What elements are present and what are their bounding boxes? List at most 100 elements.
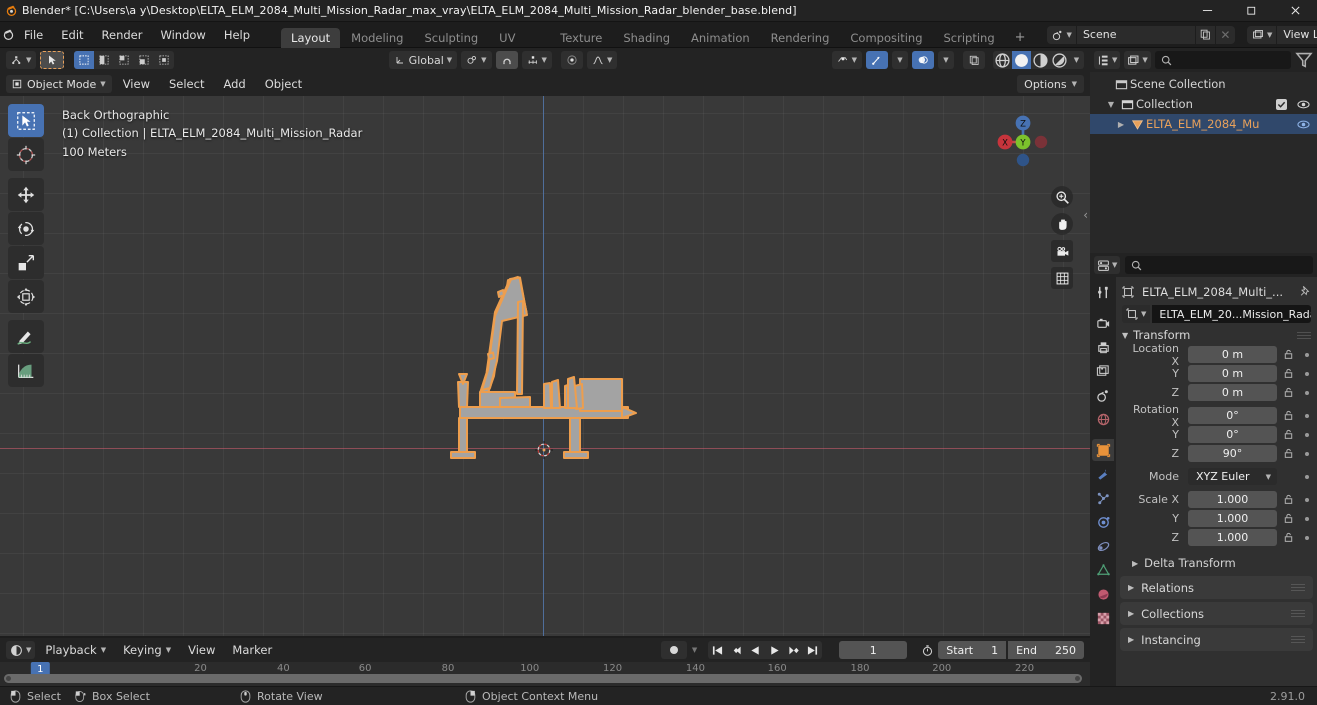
collection-exclude-checkbox[interactable] xyxy=(1276,98,1287,110)
object-visibility-eye-icon[interactable] xyxy=(1295,118,1311,131)
transform-orientation-button[interactable]: Global ▼ xyxy=(388,51,458,69)
scale-z-field[interactable]: 1.000 xyxy=(1188,529,1277,546)
visibility-button[interactable]: ▼ xyxy=(831,51,862,69)
tool-transform[interactable] xyxy=(8,280,44,313)
animate-property-dot[interactable] xyxy=(1300,432,1313,437)
show-gizmo-button[interactable] xyxy=(866,51,888,69)
select-extend-button[interactable] xyxy=(94,51,114,69)
outliner-row-collection[interactable]: ▼ Collection xyxy=(1090,94,1317,114)
tool-annotate[interactable] xyxy=(8,320,44,353)
show-overlays-button[interactable] xyxy=(912,51,934,69)
select-invert-button[interactable] xyxy=(134,51,154,69)
animate-property-dot[interactable] xyxy=(1300,413,1313,418)
lock-icon[interactable] xyxy=(1281,349,1296,360)
lock-icon[interactable] xyxy=(1281,410,1296,421)
xray-toggle-button[interactable] xyxy=(963,51,985,69)
animate-property-dot[interactable] xyxy=(1300,371,1313,376)
object-name-input[interactable]: ELTA_ELM_20...Mission_Radar xyxy=(1152,305,1311,323)
animate-property-dot[interactable] xyxy=(1300,535,1313,540)
tool-cursor[interactable] xyxy=(8,138,44,171)
current-frame-field[interactable]: 1 xyxy=(839,641,908,659)
falloff-type-button[interactable]: ▼ xyxy=(586,51,618,69)
tab-texture-paint[interactable]: Texture Paint xyxy=(550,28,612,65)
timeline-scrollbar-left-handle[interactable] xyxy=(6,676,11,681)
camera-view-button[interactable] xyxy=(1051,240,1073,262)
outliner-search-input[interactable] xyxy=(1154,51,1291,69)
menu-render[interactable]: Render xyxy=(93,25,152,45)
unlink-scene-button[interactable]: ✕ xyxy=(1215,25,1235,44)
snap-to-button[interactable]: ▼ xyxy=(521,51,552,69)
location-y-field[interactable]: 0 m xyxy=(1188,365,1277,382)
outliner-row-scene-collection[interactable]: Scene Collection xyxy=(1090,74,1317,94)
rotation-mode-dropdown[interactable]: XYZ Euler ▼ xyxy=(1188,468,1277,485)
viewport-menu-view[interactable]: View xyxy=(115,75,158,93)
tab-uv-editing[interactable]: UV Editing xyxy=(489,28,549,65)
pin-id-icon[interactable] xyxy=(1299,285,1311,300)
tab-shading[interactable]: Shading xyxy=(613,28,680,48)
properties-tab-particles[interactable] xyxy=(1092,487,1114,509)
timeline-scrollbar-right-handle[interactable] xyxy=(1075,676,1080,681)
properties-editor-type-button[interactable]: ▼ xyxy=(1094,256,1121,274)
zoom-view-button[interactable] xyxy=(1051,186,1073,208)
shading-material-button[interactable] xyxy=(1031,51,1050,69)
lock-icon[interactable] xyxy=(1281,448,1296,459)
location-z-field[interactable]: 0 m xyxy=(1188,384,1277,401)
tool-move[interactable] xyxy=(8,178,44,211)
scale-x-field[interactable]: 1.000 xyxy=(1188,491,1277,508)
shading-wireframe-button[interactable] xyxy=(993,51,1012,69)
menu-file[interactable]: File xyxy=(15,25,52,45)
play-button[interactable] xyxy=(765,641,784,659)
start-frame-field[interactable]: Start 1 xyxy=(938,641,1007,659)
timeline-scrollbar[interactable] xyxy=(4,674,1082,683)
collections-panel[interactable]: ▶ Collections xyxy=(1120,602,1313,625)
collection-visibility-eye-icon[interactable] xyxy=(1295,98,1311,111)
jump-to-end-button[interactable] xyxy=(803,641,822,659)
lock-icon[interactable] xyxy=(1281,494,1296,505)
select-new-button[interactable] xyxy=(74,51,95,69)
radar-model[interactable] xyxy=(440,266,660,466)
tab-layout[interactable]: Layout xyxy=(281,27,341,48)
properties-tab-object[interactable] xyxy=(1092,439,1114,461)
gizmo-options-button[interactable]: ▼ xyxy=(892,51,908,69)
tab-animation[interactable]: Animation xyxy=(681,28,760,48)
blender-menu-icon[interactable] xyxy=(2,22,15,48)
timeline-track[interactable]: 20 40 60 80 100 120 140 160 180 200 220 … xyxy=(0,662,1116,686)
properties-tab-physics[interactable] xyxy=(1092,511,1114,533)
properties-tab-view-layer[interactable] xyxy=(1092,360,1114,382)
outliner-display-mode-button[interactable]: ▼ xyxy=(1124,51,1151,69)
timeline-editor-type-button[interactable]: ▼ xyxy=(6,641,36,659)
animate-property-dot[interactable] xyxy=(1300,390,1313,395)
3d-viewport[interactable]: Back Orthographic (1) Collection | ELTA_… xyxy=(0,96,1090,636)
rotation-x-field[interactable]: 0° xyxy=(1188,407,1277,424)
overlay-options-button[interactable]: ▼ xyxy=(938,51,954,69)
jump-to-start-button[interactable] xyxy=(708,641,727,659)
snap-settings-button[interactable]: ▼ xyxy=(6,51,37,69)
instancing-panel[interactable]: ▶ Instancing xyxy=(1120,628,1313,651)
animate-property-dot[interactable] xyxy=(1300,352,1313,357)
chevron-right-icon[interactable]: ▶ xyxy=(1114,120,1128,129)
scene-name-field[interactable]: Scene xyxy=(1076,25,1195,44)
outliner-editor-type-button[interactable]: ▼ xyxy=(1094,51,1121,69)
properties-tab-constraints[interactable] xyxy=(1092,535,1114,557)
proportional-editing-button[interactable] xyxy=(560,51,583,69)
menu-window[interactable]: Window xyxy=(151,25,214,45)
add-workspace-button[interactable]: + xyxy=(1006,28,1035,48)
prev-keyframe-button[interactable] xyxy=(727,641,746,659)
menu-edit[interactable]: Edit xyxy=(52,25,92,45)
properties-tab-data[interactable] xyxy=(1092,559,1114,581)
play-reverse-button[interactable] xyxy=(746,641,765,659)
animate-property-dot[interactable] xyxy=(1300,451,1313,456)
lock-icon[interactable] xyxy=(1281,368,1296,379)
tab-modeling[interactable]: Modeling xyxy=(341,28,413,48)
snap-toggle-button[interactable] xyxy=(495,51,518,69)
location-x-field[interactable]: 0 m xyxy=(1188,346,1277,363)
properties-tab-output[interactable] xyxy=(1092,336,1114,358)
tab-sculpting[interactable]: Sculpting xyxy=(414,28,488,48)
timeline-menu-view[interactable]: View xyxy=(181,641,222,659)
select-subtract-button[interactable] xyxy=(114,51,134,69)
maximize-button[interactable] xyxy=(1229,0,1273,22)
scale-y-field[interactable]: 1.000 xyxy=(1188,510,1277,527)
rotation-z-field[interactable]: 90° xyxy=(1188,445,1277,462)
animate-property-dot[interactable] xyxy=(1300,497,1313,502)
minimize-button[interactable] xyxy=(1185,0,1229,22)
